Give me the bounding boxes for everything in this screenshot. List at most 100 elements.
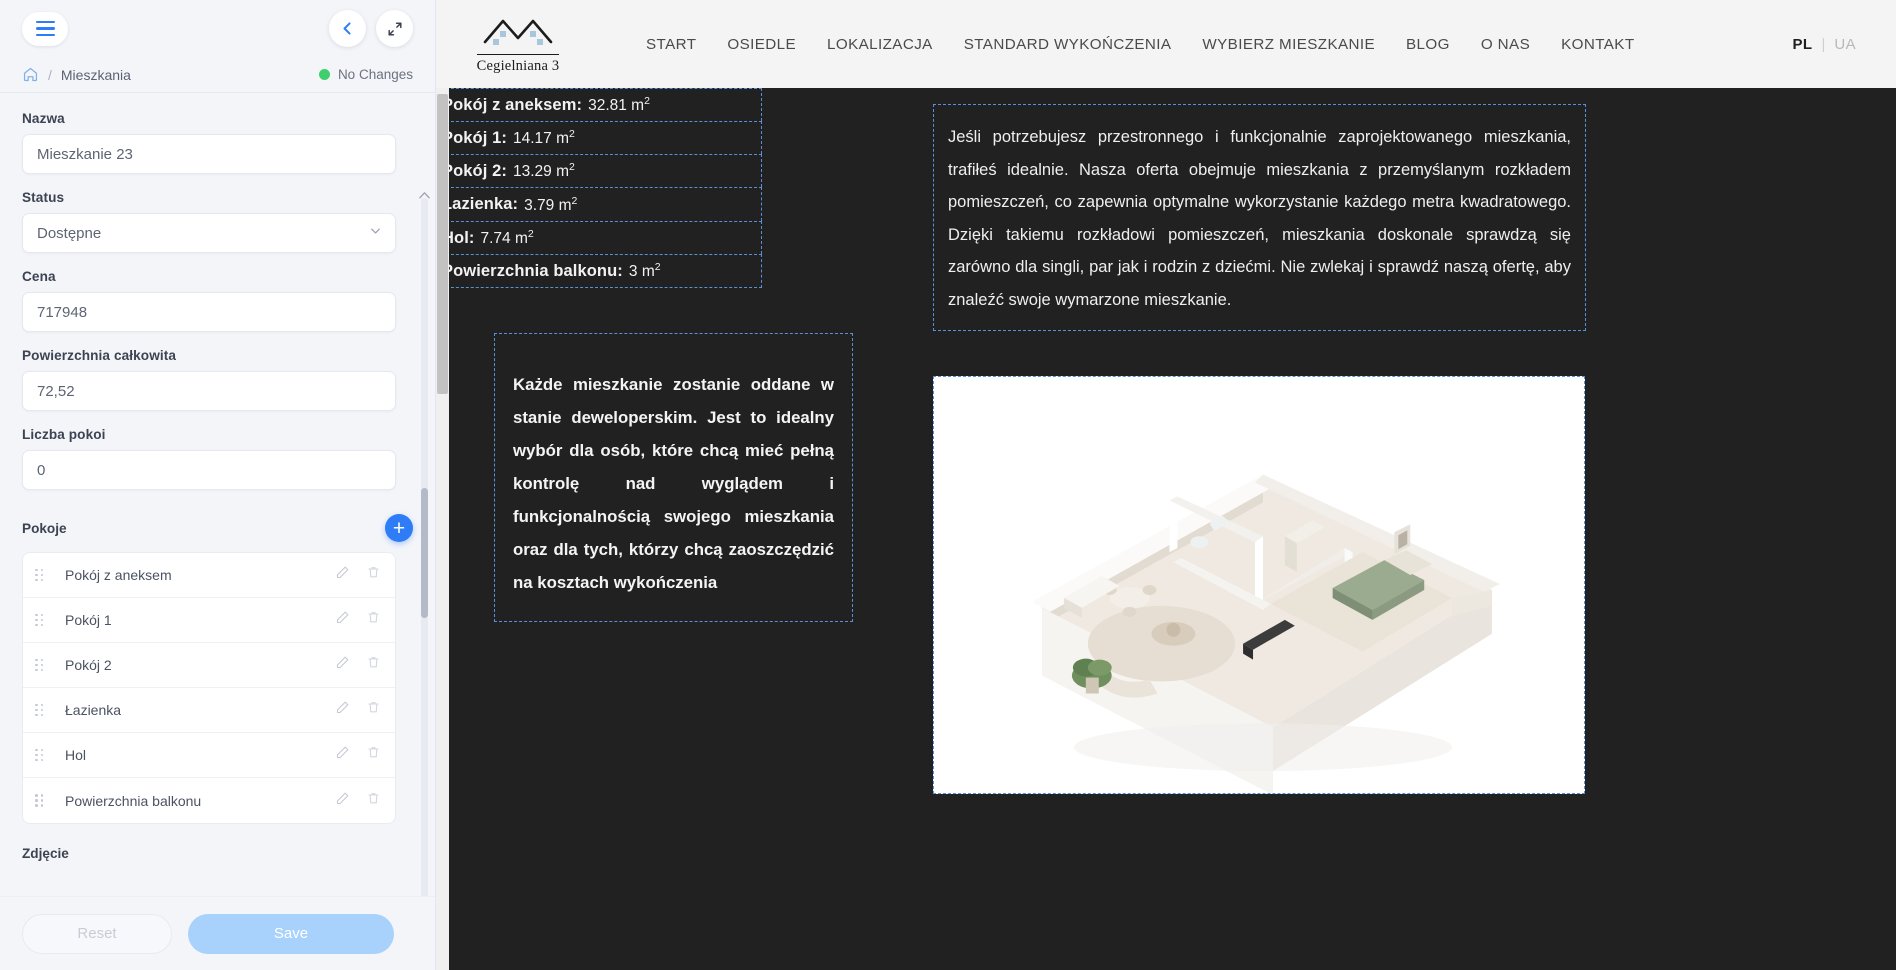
nav-item-o-nas[interactable]: O NAS xyxy=(1481,36,1530,53)
room-name: Pokój 1 xyxy=(65,612,112,628)
pencil-icon[interactable] xyxy=(335,565,350,585)
list-item[interactable]: Pokój 1 xyxy=(23,598,395,643)
trash-icon[interactable] xyxy=(366,791,381,811)
field-label: Liczba pokoi xyxy=(22,427,106,442)
breadcrumb-current[interactable]: Mieszkania xyxy=(61,67,131,83)
site-logo[interactable]: Cegielniana 3 xyxy=(464,14,572,75)
cena-input[interactable]: 717948 xyxy=(22,292,396,332)
row-actions xyxy=(335,565,381,585)
spec-key: Pokój 2: xyxy=(442,162,507,181)
description-right-block[interactable]: Jeśli potrzebujesz przestronnego i funkc… xyxy=(933,104,1586,331)
pencil-icon[interactable] xyxy=(335,655,350,675)
spec-row[interactable]: Hol: 7.74 m2 xyxy=(436,220,762,254)
site-navbar: Cegielniana 3 START OSIEDLE LOKALIZACJA … xyxy=(436,0,1896,88)
hamburger-menu-icon[interactable] xyxy=(22,11,68,46)
row-actions xyxy=(335,700,381,720)
spec-row[interactable]: Powierzchnia balkonu: 3 m2 xyxy=(436,253,762,288)
pencil-icon[interactable] xyxy=(335,745,350,765)
nav-item-start[interactable]: START xyxy=(646,36,696,53)
reset-button[interactable]: Reset xyxy=(22,913,172,954)
spec-value: 3.79 m2 xyxy=(524,194,578,214)
field-label: Cena xyxy=(22,269,56,284)
rooms-section-header: Pokoje + xyxy=(22,514,413,542)
nav-item-blog[interactable]: BLOG xyxy=(1406,36,1450,53)
status-badge: No Changes xyxy=(318,67,413,82)
description-left-block[interactable]: Każde mieszkanie zostanie oddane w stani… xyxy=(494,333,853,622)
spec-row[interactable]: Łazienka: 3.79 m2 xyxy=(436,187,762,221)
drag-handle-icon[interactable] xyxy=(35,658,47,672)
drag-handle-icon[interactable] xyxy=(35,703,47,717)
home-icon[interactable] xyxy=(22,66,39,83)
breadcrumb-separator: / xyxy=(48,66,52,83)
nav-item-lokalizacja[interactable]: LOKALIZACJA xyxy=(827,36,933,53)
list-item[interactable]: Pokój z aneksem xyxy=(23,553,395,598)
trash-icon[interactable] xyxy=(366,610,381,630)
pencil-icon[interactable] xyxy=(335,700,350,720)
row-actions xyxy=(335,655,381,675)
pencil-icon[interactable] xyxy=(335,791,350,811)
app-root: / Mieszkania No Changes Nazwa Mieszkanie… xyxy=(0,0,1896,970)
lang-divider: | xyxy=(1821,35,1826,53)
drag-handle-icon[interactable] xyxy=(35,568,47,582)
drag-handle-icon[interactable] xyxy=(35,613,47,627)
status-select[interactable]: Dostępne xyxy=(22,213,396,253)
add-room-button[interactable]: + xyxy=(385,514,413,542)
room-name: Pokój 2 xyxy=(65,657,112,673)
chevron-left-icon[interactable] xyxy=(329,10,366,47)
sidebar-scrollbar-thumb[interactable] xyxy=(421,488,428,618)
room-name: Hol xyxy=(65,747,87,763)
preview-scrollbar-thumb[interactable] xyxy=(437,94,448,394)
breadcrumb: / Mieszkania No Changes xyxy=(0,57,435,93)
sidebar-footer: Reset Save xyxy=(0,896,435,970)
liczba-pokoi-input[interactable]: 0 xyxy=(22,450,396,490)
nazwa-input[interactable]: Mieszkanie 23 xyxy=(22,134,396,174)
room-name: Pokój z aneksem xyxy=(65,567,172,583)
lang-ua[interactable]: UA xyxy=(1834,36,1856,53)
list-item[interactable]: Hol xyxy=(23,733,395,778)
trash-icon[interactable] xyxy=(366,565,381,585)
list-item[interactable]: Łazienka xyxy=(23,688,395,733)
trash-icon[interactable] xyxy=(366,700,381,720)
spec-value: 14.17 m2 xyxy=(512,128,575,148)
powierzchnia-input[interactable]: 72,52 xyxy=(22,371,396,411)
spec-value: 13.29 m2 xyxy=(512,161,575,181)
trash-icon[interactable] xyxy=(366,655,381,675)
preview-scrollbar[interactable] xyxy=(436,88,449,970)
editor-sidebar: / Mieszkania No Changes Nazwa Mieszkanie… xyxy=(0,0,436,970)
lang-pl[interactable]: PL xyxy=(1792,36,1812,53)
field-label: Powierzchnia całkowita xyxy=(22,348,177,363)
floorplan-image-block[interactable] xyxy=(933,376,1585,794)
spec-row[interactable]: Pokój 2: 13.29 m2 xyxy=(436,154,762,188)
expand-icon[interactable] xyxy=(376,10,413,47)
list-item[interactable]: Pokój 2 xyxy=(23,643,395,688)
spec-row[interactable]: Pokój z aneksem: 32.81 m2 xyxy=(436,88,762,122)
field-cena: Cena 717948 xyxy=(22,269,413,332)
room-spec-list: Pokój z aneksem: 32.81 m2 Pokój 1: 14.17 m… xyxy=(436,88,762,288)
nav-item-wybierz-mieszkanie[interactable]: WYBIERZ MIESZKANIE xyxy=(1202,36,1375,53)
spec-row[interactable]: Pokój 1: 14.17 m2 xyxy=(436,121,762,155)
logo-text: Cegielniana 3 xyxy=(476,53,560,75)
trash-icon[interactable] xyxy=(366,745,381,765)
save-button[interactable]: Save xyxy=(188,913,394,954)
list-item[interactable]: Powierzchnia balkonu xyxy=(23,778,395,823)
sidebar-topbar xyxy=(0,0,435,57)
row-actions xyxy=(335,610,381,630)
nav-item-kontakt[interactable]: KONTAKT xyxy=(1561,36,1634,53)
drag-handle-icon[interactable] xyxy=(35,794,47,807)
spec-key: Pokój 1: xyxy=(442,129,507,148)
spec-key: Łazienka: xyxy=(442,195,519,214)
spec-value: 3 m2 xyxy=(628,260,661,280)
chevron-down-icon xyxy=(369,225,382,242)
field-label: Nazwa xyxy=(22,111,65,126)
row-actions xyxy=(335,745,381,765)
sidebar-top-actions xyxy=(329,10,413,47)
nav-item-standard-wykonczenia[interactable]: STANDARD WYKOŃCZENIA xyxy=(964,36,1172,53)
sidebar-scrollbar[interactable] xyxy=(421,198,428,896)
nav-item-osiedle[interactable]: OSIEDLE xyxy=(727,36,796,53)
sidebar-form-scroll: Nazwa Mieszkanie 23 Status Dostępne Cena… xyxy=(0,93,435,896)
pencil-icon[interactable] xyxy=(335,610,350,630)
row-actions xyxy=(335,791,381,811)
preview-canvas: Pokój z aneksem: 32.81 m2 Pokój 1: 14.17 m… xyxy=(436,88,1896,970)
field-powierzchnia: Powierzchnia całkowita 72,52 xyxy=(22,348,413,411)
drag-handle-icon[interactable] xyxy=(35,748,47,762)
